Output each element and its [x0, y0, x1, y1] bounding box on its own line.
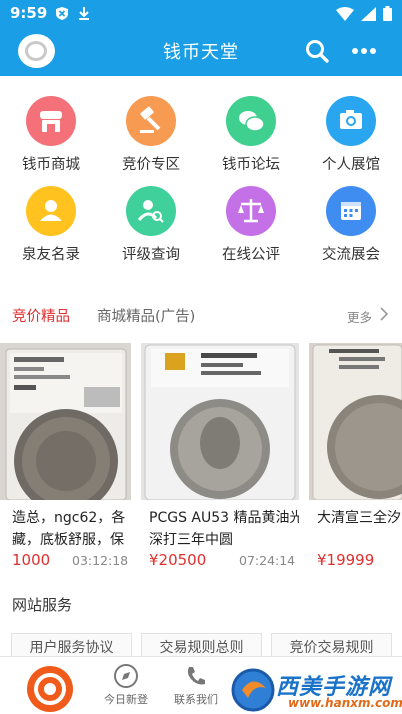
grid-label: 钱币论坛: [222, 157, 280, 173]
site-watermark: 西美手游网 www.hanxm.com: [228, 666, 402, 714]
signal-icon: [361, 6, 376, 21]
grid-label: 交流展会: [322, 247, 380, 263]
grid-item-bidding-zone[interactable]: 竞价专区: [101, 96, 201, 176]
grid-item-collector-directory[interactable]: 泉友名录: [1, 186, 101, 266]
grid-label: 个人展馆: [322, 157, 380, 173]
grid-item-grading-lookup[interactable]: 评级查询: [101, 186, 201, 266]
card-title-line2: 藏，底板舒服，保: [12, 532, 124, 548]
status-bar: 9:59: [0, 0, 402, 27]
user-icon: [26, 186, 76, 236]
chevron-right-icon[interactable]: [379, 307, 388, 321]
grid-item-coin-forum[interactable]: 钱币论坛: [201, 96, 301, 176]
grid-label: 钱币商城: [22, 157, 80, 173]
grid-label: 竞价专区: [122, 157, 180, 173]
app-header: 钱币天堂: [0, 27, 402, 76]
card-title: 大清宣三全汐: [317, 507, 401, 529]
card-price: ¥19999: [317, 551, 375, 569]
listing-card[interactable]: PCGS AU53 精品黄油光 深打三年中圆 ¥20500 07:24:14: [141, 343, 299, 573]
phone-icon: [187, 667, 205, 685]
card-price: 1000: [12, 551, 51, 569]
compass-icon: [114, 664, 138, 688]
coin-photo: [309, 343, 402, 500]
more-icon[interactable]: [350, 39, 378, 63]
grid-item-exhibitions[interactable]: 交流展会: [301, 186, 401, 266]
card-countdown: 07:24:14: [239, 553, 296, 568]
wifi-icon: [336, 6, 354, 21]
status-system-icons: [336, 6, 392, 21]
card-title: PCGS AU53 精品黄油光 深打三年中圆: [149, 507, 299, 551]
calendar-icon: [326, 186, 376, 236]
grid-item-personal-gallery[interactable]: 个人展馆: [301, 96, 401, 176]
grid-item-online-appraisal[interactable]: 在线公评: [201, 186, 301, 266]
card-title-line1: PCGS AU53 精品黄油光: [149, 510, 299, 526]
status-notification-icons: [55, 6, 91, 21]
grid-label: 泉友名录: [22, 247, 80, 263]
card-title-line1: 造总，ngc62，各: [12, 510, 126, 526]
card-countdown: 03:12:18: [72, 553, 129, 568]
tab-store-featured-ad[interactable]: 商城精品(广告): [97, 305, 195, 326]
download-icon: [79, 7, 89, 20]
nav-label: 联系我们: [174, 693, 218, 706]
coin-photo: [0, 343, 131, 500]
status-time: 9:59: [10, 4, 48, 22]
gavel-icon: [126, 96, 176, 146]
watermark-logo: [231, 668, 275, 712]
card-title: 造总，ngc62，各 藏，底板舒服，保: [12, 507, 127, 551]
blocked-shield-icon: [56, 7, 68, 20]
home-logo-icon[interactable]: [27, 666, 73, 712]
nav-today-new[interactable]: 今日新登: [96, 663, 156, 707]
search-person-icon: [126, 186, 176, 236]
coin-photo: [141, 343, 299, 500]
nav-contact-us[interactable]: 联系我们: [166, 663, 226, 707]
card-title-line1: 大清宣三全汐: [317, 510, 401, 526]
section-title-site-services: 网站服务: [12, 596, 73, 614]
watermark-url: www.hanxm.com: [288, 696, 402, 710]
battery-icon: [383, 6, 392, 21]
camera-icon: [326, 96, 376, 146]
listing-tabs: 竞价精品 商城精品(广告) 更多: [0, 301, 402, 331]
search-icon[interactable]: [304, 38, 330, 64]
card-price: ¥20500: [149, 551, 207, 569]
more-link[interactable]: 更多: [347, 307, 372, 326]
listing-card[interactable]: 大清宣三全汐 ¥19999: [309, 343, 402, 573]
scale-icon: [226, 186, 276, 236]
page-title: 钱币天堂: [163, 42, 239, 63]
store-icon: [26, 96, 76, 146]
chat-icon: [226, 96, 276, 146]
card-title-line2: 深打三年中圆: [149, 532, 233, 548]
tab-featured-bidding[interactable]: 竞价精品: [12, 305, 70, 326]
grid-item-coin-store[interactable]: 钱币商城: [1, 96, 101, 176]
listing-card[interactable]: 造总，ngc62，各 藏，底板舒服，保 1000 03:12:18: [0, 343, 131, 573]
grid-label: 在线公评: [222, 247, 280, 263]
nav-label: 今日新登: [104, 693, 148, 706]
grid-label: 评级查询: [122, 247, 180, 263]
